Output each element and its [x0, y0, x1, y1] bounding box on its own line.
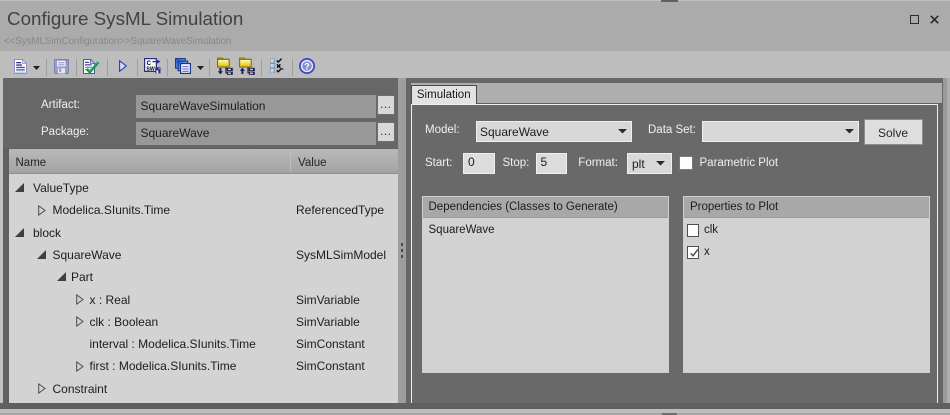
- svg-text:?: ?: [304, 61, 310, 71]
- svg-text:SW: SW: [146, 66, 154, 72]
